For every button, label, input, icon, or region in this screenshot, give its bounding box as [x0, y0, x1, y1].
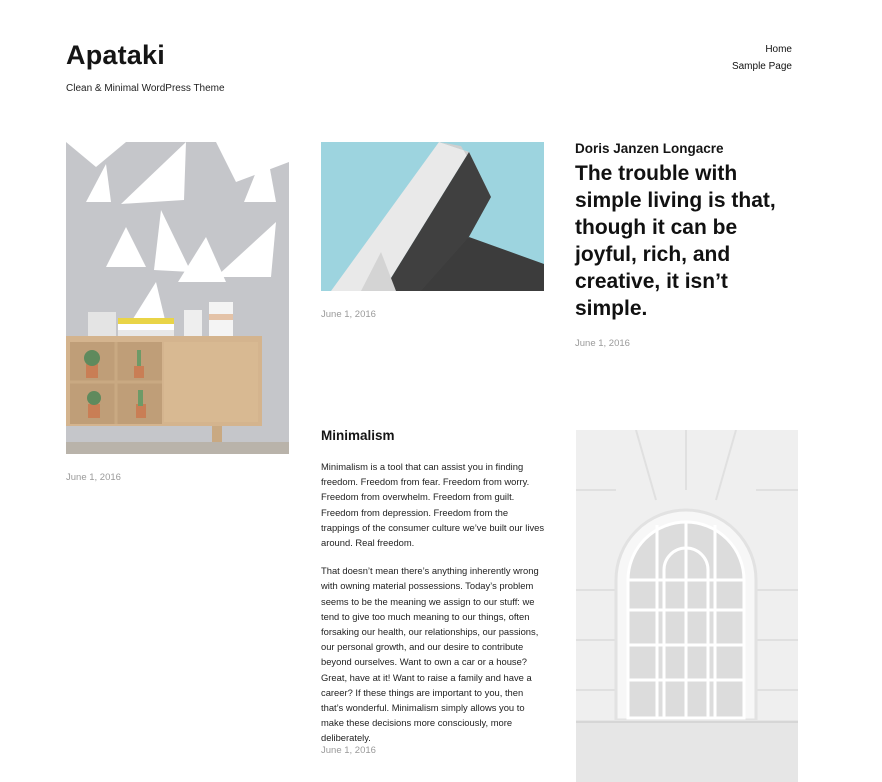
shelf-illustration [66, 142, 289, 454]
minimal-shelf-photo[interactable] [66, 142, 289, 454]
abstract-architecture-photo[interactable] [321, 142, 544, 291]
nav-item-sample-page[interactable]: Sample Page [732, 58, 792, 75]
post-date[interactable]: June 1, 2016 [321, 745, 376, 756]
post-excerpt: Minimalism is a tool that can assist you… [321, 459, 546, 759]
window-illustration [576, 430, 798, 782]
post-date[interactable]: June 1, 2016 [575, 338, 630, 349]
post-title[interactable]: Minimalism [321, 428, 395, 443]
primary-nav: Home Sample Page [732, 41, 792, 75]
quote-text: The trouble with simple living is that, … [575, 162, 776, 320]
arched-window-photo[interactable] [576, 430, 798, 782]
post-date[interactable]: June 1, 2016 [66, 472, 121, 483]
architecture-illustration [321, 142, 544, 291]
site-title[interactable]: Apataki [66, 40, 165, 71]
nav-item-home[interactable]: Home [732, 41, 792, 58]
quote-author: Doris Janzen Longacre [575, 141, 724, 156]
post-paragraph: Minimalism is a tool that can assist you… [321, 461, 545, 549]
post-date[interactable]: June 1, 2016 [321, 309, 376, 320]
site-description: Clean & Minimal WordPress Theme [66, 83, 225, 94]
post-paragraph: That doesn’t mean there’s anything inher… [321, 565, 539, 744]
